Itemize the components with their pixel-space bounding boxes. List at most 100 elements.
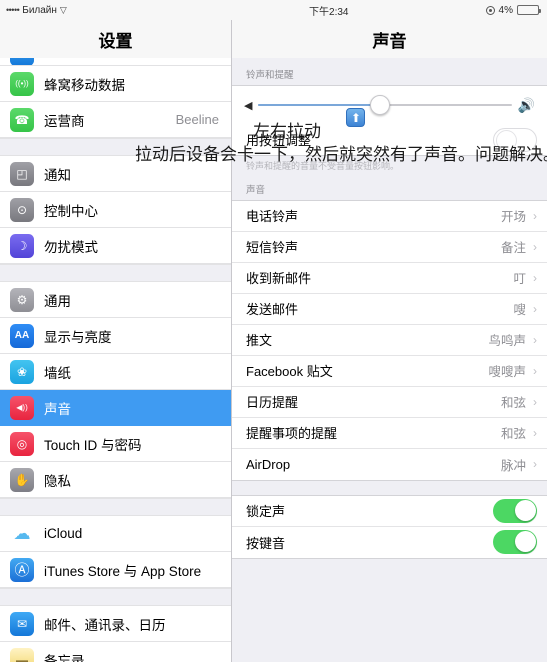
moon-icon: ☽ (10, 233, 34, 258)
sidebar-item-label: 显示与亮度 (44, 329, 112, 345)
sidebar-item-value: Beeline (175, 112, 219, 127)
gear-icon: ⚙ (10, 287, 34, 312)
sidebar-item-fingerprint[interactable]: ◎ Touch ID 与密码 (0, 426, 231, 462)
sidebar-item-control-center[interactable]: ⊙ 控制中心 (0, 192, 231, 228)
sidebar-item-label: 蜂窝移动数据 (44, 77, 125, 93)
chevron-right-icon: › (533, 239, 537, 254)
battery-percent-label: 4% (498, 4, 513, 16)
sidebar-scrolled-row-partial (0, 58, 231, 66)
chevron-right-icon: › (533, 363, 537, 378)
sound-switch-toggle[interactable] (493, 530, 537, 555)
sounds-card: 电话铃声 开场 › 短信铃声 备注 › 收到新邮件叮 › 发送邮件嗖 › 推文 鸟鸣声 › Faceboo… (232, 199, 547, 481)
volume-slider-track[interactable] (258, 95, 512, 115)
display-aa-icon: AA (10, 323, 34, 348)
hand-privacy-icon: ✋ (10, 467, 34, 492)
sidebar-item-label: 控制中心 (44, 203, 98, 219)
sound-switch-label: 锁定声 (246, 504, 286, 520)
sidebar-group-separator (0, 588, 231, 606)
sound-setting-row[interactable]: 收到新邮件 叮 › (232, 263, 547, 294)
sidebar-item-moon[interactable]: ☽ 勿扰模式 (0, 228, 231, 264)
sound-setting-row[interactable]: 电话铃声 开场 › (232, 201, 547, 232)
sound-switch-toggle[interactable] (493, 498, 537, 523)
sound-setting-label: Facebook 贴文 (246, 364, 333, 380)
sidebar-item-label: 声音 (44, 401, 71, 417)
sidebar-item-label: 勿扰模式 (44, 239, 98, 255)
chevron-right-icon: › (533, 301, 537, 316)
signal-dots-icon: ••••• (6, 5, 20, 15)
wifi-settings-icon (10, 58, 34, 65)
sound-setting-row[interactable]: 提醒事项的提醒 和弦 › (232, 418, 547, 449)
sidebar-item-app-store[interactable]: ⒶiTunes Store 与 App Store (0, 552, 231, 588)
sidebar-item-mail[interactable]: ✉ 邮件、通讯录、日历 (0, 606, 231, 642)
sound-setting-value: 嗖嗖声 (488, 365, 526, 380)
sound-switch-row[interactable]: 按键音 (232, 527, 547, 558)
chevron-right-icon: › (533, 332, 537, 347)
sound-switch-label: 按键音 (246, 535, 286, 551)
chevron-right-icon: › (533, 208, 537, 223)
sound-setting-value: 和弦 (500, 396, 526, 411)
sounds-section-header: 声音 (246, 184, 266, 196)
sound-setting-label: 日历提醒 (246, 395, 299, 411)
sidebar-item-label: iCloud (44, 526, 83, 541)
sound-setting-row[interactable]: AirDrop 脉冲 › (232, 449, 547, 480)
sound-setting-row[interactable]: 短信铃声 备注 › (232, 232, 547, 263)
sound-setting-value: 嗖 (513, 303, 526, 318)
sidebar-item-label: 运营商 (44, 113, 85, 129)
sound-switch-row[interactable]: 锁定声 (232, 496, 547, 527)
phone-icon: ☎ (10, 107, 34, 132)
sidebar-item-label: 通知 (44, 167, 71, 183)
sidebar-item-label: Touch ID 与密码 (44, 437, 142, 453)
speaker-icon: ◀)) (10, 395, 34, 420)
sound-setting-row[interactable]: 推文 鸟鸣声 › (232, 325, 547, 356)
sidebar-item-label: 邮件、通讯录、日历 (44, 617, 166, 633)
page-title-settings: 设置 (98, 31, 133, 51)
sound-setting-value: 备注 (500, 241, 526, 256)
sound-setting-label: 提醒事项的提醒 (246, 426, 338, 442)
sidebar-item-phone[interactable]: ☎ 运营商 Beeline (0, 102, 231, 138)
control-center-icon: ⊙ (10, 197, 34, 222)
sound-setting-row[interactable]: 发送邮件 嗖 › (232, 294, 547, 325)
page-title-sounds: 声音 (372, 31, 407, 51)
chevron-right-icon: › (533, 457, 537, 472)
sidebar-item-hand-privacy[interactable]: ✋ 隐私 (0, 462, 231, 498)
ringer-section-header: 铃声和提醒 (246, 70, 294, 81)
sounds-title-bar: 声音 (232, 20, 547, 58)
switches-card: 锁定声 按键音 (232, 494, 547, 559)
sidebar-item-display-aa[interactable]: AA 显示与亮度 (0, 318, 231, 354)
wallpaper-icon: ❀ (10, 359, 34, 384)
sidebar-item-cellular[interactable]: ((•)) 蜂窝移动数据 (0, 66, 231, 102)
sound-setting-row[interactable]: 日历提醒 和弦 › (232, 387, 547, 418)
annotation-result-text: 拉动后设备会卡一下，然后就突然有了声音。问题解决。 (135, 145, 547, 164)
status-bar: ••••• Билайн ▽ 下午2:34 4% (0, 0, 547, 20)
notes-icon: ▬ (10, 647, 34, 662)
notifications-icon: ◰ (10, 161, 34, 186)
app-store-icon: Ⓐ (10, 557, 34, 582)
sidebar-item-speaker[interactable]: ◀)) 声音 (0, 390, 231, 426)
annotation-drag-hint: 左右拉动 (253, 122, 321, 141)
status-bar-right: 4% (485, 4, 547, 16)
speaker-low-icon: ◀ (244, 99, 253, 112)
wifi-icon: ▽ (59, 4, 67, 15)
sound-setting-value: 和弦 (500, 427, 526, 442)
fingerprint-icon: ◎ (10, 431, 34, 456)
sound-setting-row[interactable]: Facebook 贴文 嗖嗖声 › (232, 356, 547, 387)
cellular-icon: ((•)) (10, 71, 34, 96)
sidebar-item-notes[interactable]: ▬ 备忘录 (0, 642, 231, 662)
sidebar-item-label: 隐私 (44, 473, 71, 489)
sound-setting-label: AirDrop (246, 456, 291, 472)
volume-slider-knob[interactable] (369, 95, 390, 115)
sound-setting-label: 收到新邮件 (246, 271, 312, 287)
ios-settings-screen: ••••• Билайн ▽ 下午2:34 4% 设置 声音 ((•)) 蜂窝移动… (0, 0, 547, 662)
battery-icon (517, 5, 541, 15)
chevron-right-icon: › (533, 425, 537, 440)
carrier-label: Билайн (22, 4, 57, 16)
sidebar-item-gear[interactable]: ⚙ 通用 (0, 282, 231, 318)
sidebar-item-label: 通用 (44, 293, 71, 309)
sidebar-item-label: 墙纸 (44, 365, 71, 381)
sidebar-item-wallpaper[interactable]: ❀ 墙纸 (0, 354, 231, 390)
sidebar-item-cloud[interactable]: ☁ iCloud (0, 516, 231, 552)
chevron-right-icon: › (533, 394, 537, 409)
status-bar-left: ••••• Билайн ▽ (0, 5, 232, 16)
sidebar-group-separator (0, 264, 231, 282)
sound-setting-value: 开场 (500, 210, 526, 225)
